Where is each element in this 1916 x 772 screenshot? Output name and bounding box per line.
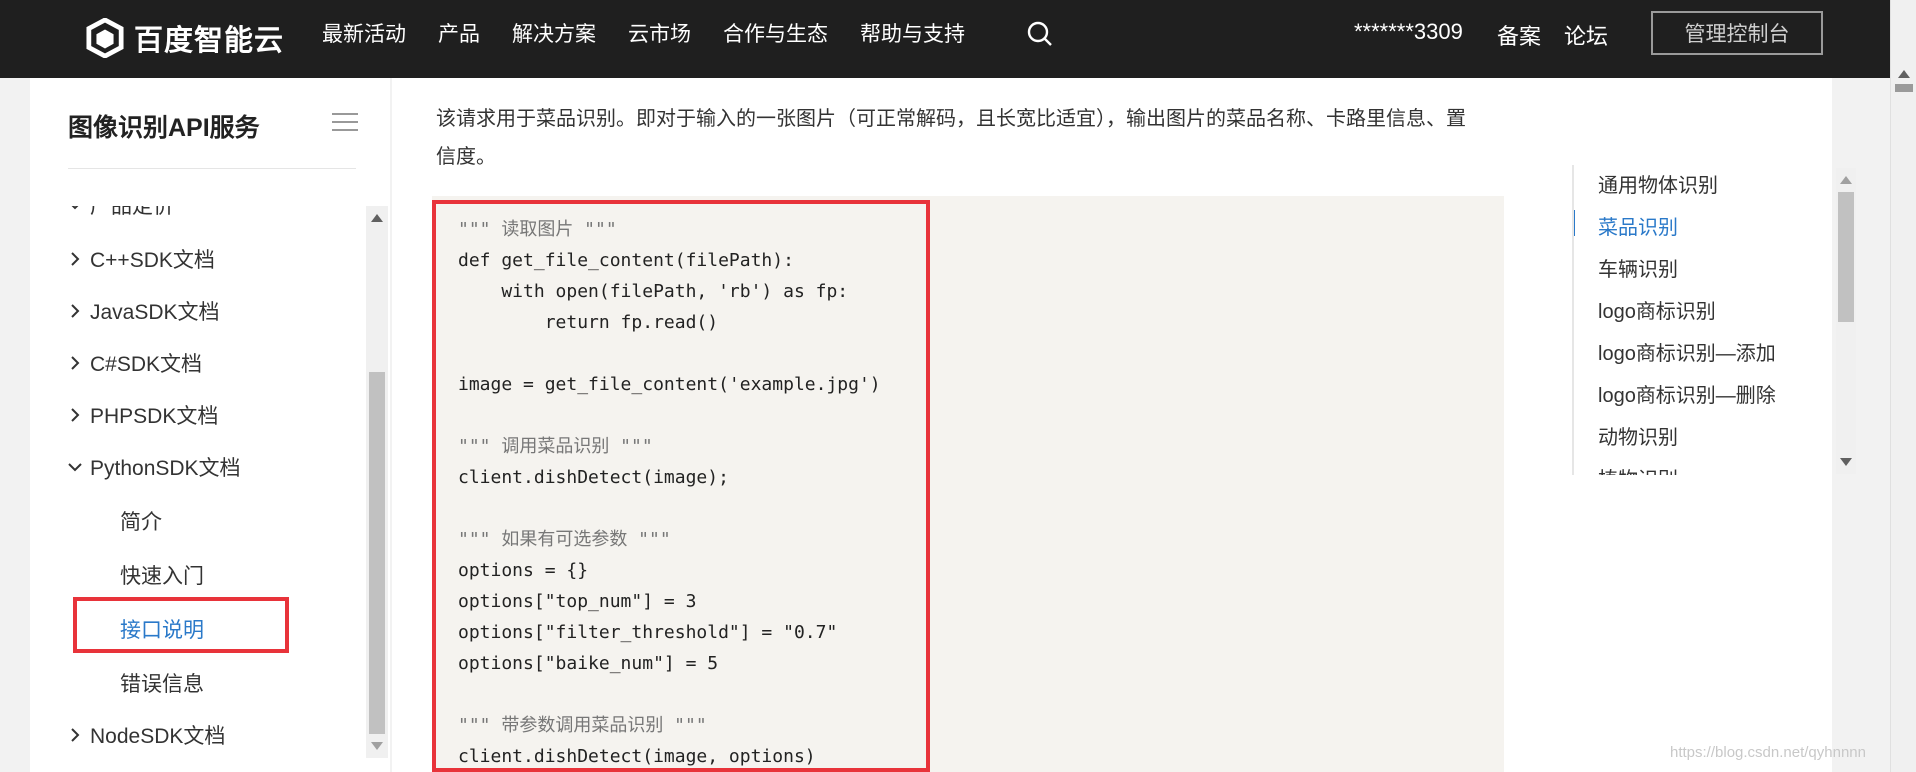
user-account[interactable]: *******3309 xyxy=(1354,19,1463,45)
nav-marketplace[interactable]: 云市场 xyxy=(628,18,691,48)
sidebar-title: 图像识别API服务 xyxy=(68,114,260,142)
sidebar-subitem-quickstart[interactable]: 快速入门 xyxy=(120,560,204,590)
sidebar-divider xyxy=(68,168,356,169)
scroll-down-icon[interactable] xyxy=(371,742,383,750)
sidebar-subitem-error-info[interactable]: 错误信息 xyxy=(120,668,204,698)
brand-logo[interactable]: 百度智能云 xyxy=(86,14,284,62)
code-line: options["top_num"] = 3 xyxy=(458,591,697,612)
toc-item[interactable]: 通用物体识别 xyxy=(1598,169,1718,198)
table-of-contents: 通用物体识别 菜品识别 车辆识别 logo商标识别 logo商标识别—添加 lo… xyxy=(1572,165,1804,475)
code-line: """ 读取图片 """ xyxy=(458,219,617,240)
scroll-up-icon[interactable] xyxy=(371,214,383,222)
toc-item[interactable]: 动物识别 xyxy=(1598,421,1678,450)
code-line: client.dishDetect(image, options) xyxy=(458,746,816,767)
console-button[interactable]: 管理控制台 xyxy=(1651,11,1823,55)
code-line: options["filter_threshold"] = "0.7" xyxy=(458,622,838,643)
brand-name: 百度智能云 xyxy=(134,25,285,57)
code-line: def get_file_content(filePath): xyxy=(458,250,794,271)
beian-link[interactable]: 备案 xyxy=(1497,19,1541,51)
search-icon[interactable] xyxy=(1026,20,1054,48)
sidebar-scrollbar[interactable] xyxy=(366,206,388,758)
code-block: """ 读取图片 """ def get_file_content(filePa… xyxy=(432,196,1504,772)
scroll-down-icon[interactable] xyxy=(1840,458,1852,466)
sidebar-item-node-sdk[interactable]: NodeSDK文档 xyxy=(66,720,225,750)
code-line: """ 带参数调用菜品识别 """ xyxy=(458,715,707,736)
toc-scroll-thumb[interactable] xyxy=(1838,192,1854,322)
code-line: options = {} xyxy=(458,560,589,581)
sidebar-item-java-sdk[interactable]: JavaSDK文档 xyxy=(66,296,220,326)
sidebar-subitem-intro[interactable]: 简介 xyxy=(120,506,162,536)
nav-solutions[interactable]: 解决方案 xyxy=(512,18,596,48)
toc-item[interactable]: 植物识别 xyxy=(1598,463,1678,475)
window-scroll-thumb[interactable] xyxy=(1895,84,1913,92)
code-line: options["baike_num"] = 5 xyxy=(458,653,719,674)
code-text[interactable]: """ 读取图片 """ def get_file_content(filePa… xyxy=(458,214,881,772)
sidebar-item-python-sdk[interactable]: PythonSDK文档 xyxy=(66,452,241,482)
forum-link[interactable]: 论坛 xyxy=(1564,19,1608,51)
section-description: 该请求用于菜品识别。即对于输入的一张图片（可正常解码，且长宽比适宜），输出图片的… xyxy=(436,108,1466,168)
chevron-right-icon xyxy=(71,408,80,422)
sidebar-scroll-thumb[interactable] xyxy=(369,372,385,734)
window-scrollbar[interactable] xyxy=(1890,0,1916,772)
toc-item[interactable]: logo商标识别—添加 xyxy=(1598,337,1776,366)
menu-icon[interactable] xyxy=(332,112,358,132)
code-line: with open(filePath, 'rb') as fp: xyxy=(458,281,849,302)
code-line: """ 调用菜品识别 """ xyxy=(458,436,653,457)
sidebar-list: 产品定价 C++SDK文档 JavaSDK文档 C#SDK文档 PHPSDK文档… xyxy=(30,206,366,772)
toc-item[interactable]: logo商标识别—删除 xyxy=(1598,379,1776,408)
sidebar-item-label: PythonSDK文档 xyxy=(90,457,241,480)
highlight-box-api-reference xyxy=(73,597,289,653)
scroll-up-icon[interactable] xyxy=(1898,70,1910,78)
nav-help[interactable]: 帮助与支持 xyxy=(860,18,965,48)
sidebar-item-csharp-sdk[interactable]: C#SDK文档 xyxy=(66,348,202,378)
code-line: client.dishDetect(image); xyxy=(458,467,729,488)
baidu-cloud-logo-icon xyxy=(86,18,124,58)
toc-item[interactable]: logo商标识别 xyxy=(1598,295,1716,324)
toc-item[interactable]: 车辆识别 xyxy=(1598,253,1678,282)
code-line: """ 如果有可选参数 """ xyxy=(458,529,671,550)
watermark: https://blog.csdn.net/qyhnnnn xyxy=(1670,744,1866,761)
chevron-right-icon xyxy=(71,728,80,742)
code-line: image = get_file_content('example.jpg') xyxy=(458,374,881,395)
scroll-up-icon[interactable] xyxy=(1840,176,1852,184)
code-line: return fp.read() xyxy=(458,312,719,333)
doc-sidebar: 图像识别API服务 产品定价 C++SDK文档 JavaSDK文档 C#SDK文… xyxy=(30,78,390,772)
toc-scrollbar[interactable] xyxy=(1836,168,1856,474)
main-nav: 最新活动 产品 解决方案 云市场 合作与生态 帮助与支持 xyxy=(322,0,997,66)
nav-products[interactable]: 产品 xyxy=(438,18,480,48)
sidebar-item-php-sdk[interactable]: PHPSDK文档 xyxy=(66,400,218,430)
sidebar-item-label: C#SDK文档 xyxy=(90,353,203,376)
sidebar-item-pricing[interactable]: 产品定价 xyxy=(66,206,174,220)
sidebar-item-label: C++SDK文档 xyxy=(90,249,215,272)
chevron-right-icon xyxy=(71,252,80,266)
toc-active-marker xyxy=(1574,210,1575,236)
sidebar-item-label: 产品定价 xyxy=(90,206,174,218)
chevron-down-icon xyxy=(71,206,79,210)
sidebar-item-label: PHPSDK文档 xyxy=(90,405,219,428)
toc-item-active[interactable]: 菜品识别 xyxy=(1598,211,1678,240)
chevron-right-icon xyxy=(71,304,80,318)
nav-partners[interactable]: 合作与生态 xyxy=(723,18,828,48)
nav-latest-events[interactable]: 最新活动 xyxy=(322,18,406,48)
chevron-right-icon xyxy=(71,356,80,370)
top-nav: 百度智能云 最新活动 产品 解决方案 云市场 合作与生态 帮助与支持 *****… xyxy=(0,0,1890,78)
sidebar-item-label: NodeSDK文档 xyxy=(90,725,226,748)
sidebar-item-cpp-sdk[interactable]: C++SDK文档 xyxy=(66,244,215,274)
chevron-down-icon xyxy=(68,463,82,472)
sidebar-item-label: JavaSDK文档 xyxy=(90,301,220,324)
